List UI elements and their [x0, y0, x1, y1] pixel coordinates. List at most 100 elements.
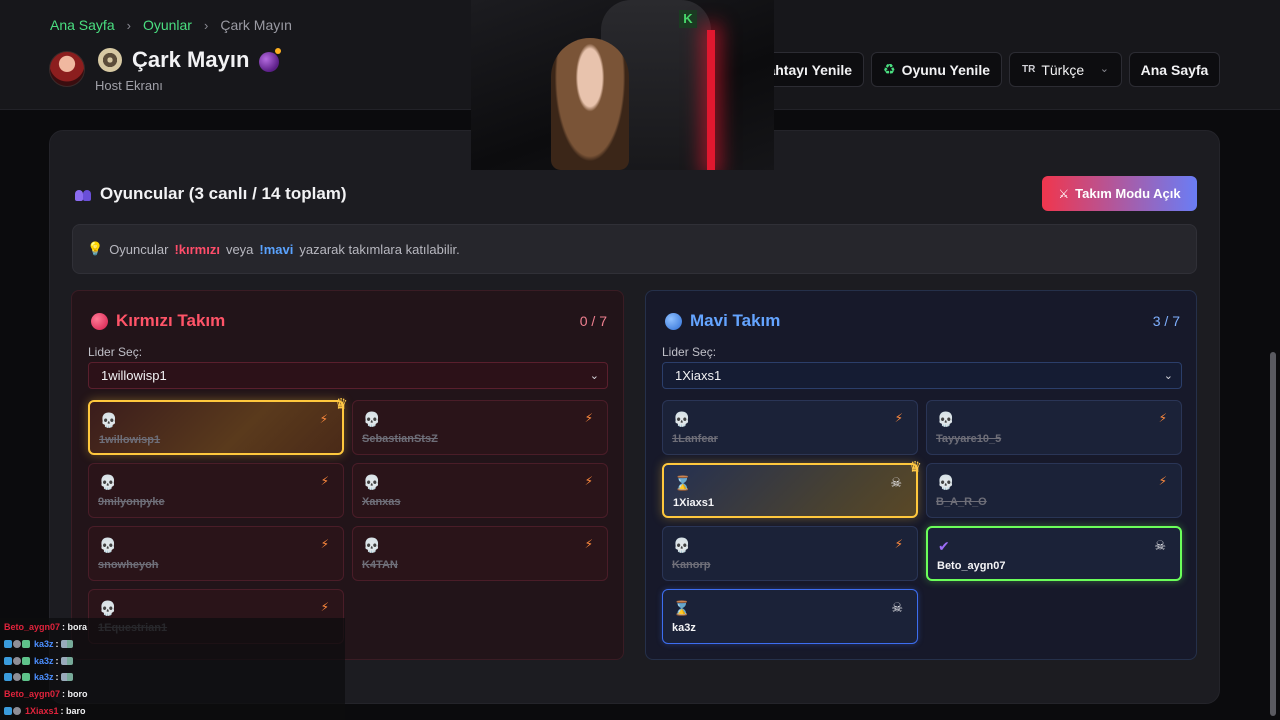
chat-message: Beto_aygn07 : bora	[4, 619, 87, 635]
badge-icon	[13, 673, 21, 682]
avatar	[49, 51, 85, 87]
page-subtitle: Host Ekranı	[95, 78, 163, 93]
chat-message: ka3z :	[4, 669, 73, 685]
chevron-down-icon: ⌄	[589, 370, 599, 382]
players-section-title: Oyuncular (3 canlı / 14 toplam)	[75, 184, 347, 204]
badge-icon	[13, 639, 21, 648]
blue-leader-label: Lider Seç:	[662, 345, 717, 359]
team-mode-button[interactable]: ⚔ Takım Modu Açık	[1042, 176, 1197, 211]
lightbulb-icon: 💡	[87, 241, 104, 256]
webcam-streamer	[551, 38, 629, 170]
skull-icon: 💀	[937, 411, 955, 427]
player-card[interactable]: ✔ Beto_aygn07 ☠	[926, 526, 1182, 581]
player-card[interactable]: ⌛ 1Xiaxs1 ☠ ♛	[662, 459, 922, 518]
breadcrumb: Ana Sayfa › Oyunlar › Çark Mayın	[50, 17, 292, 33]
blue-team-count: 3 / 7	[1152, 313, 1180, 329]
crown-icon: ♛	[334, 396, 348, 413]
lightning-icon[interactable]: ⚡	[320, 412, 328, 426]
page-scrollbar[interactable]	[1270, 352, 1276, 716]
info-suffix: yazarak takımlara katılabilir.	[299, 241, 460, 257]
player-card[interactable]: 💀 9milyonpyke ⚡	[88, 463, 344, 518]
webcam-overlay: K	[471, 0, 774, 170]
lightning-icon[interactable]: ⚡	[585, 537, 593, 551]
badge-icon	[4, 707, 12, 715]
red-team-panel: Kırmızı Takım 0 / 7 Lider Seç: 1willowis…	[71, 290, 624, 660]
lightning-icon[interactable]: ⚡	[895, 411, 903, 425]
chat-text: : boro	[62, 689, 88, 700]
chat-badges	[4, 639, 30, 648]
player-card[interactable]: 💀 K4TAN ⚡	[352, 526, 608, 581]
badge-icon	[4, 639, 12, 648]
player-card[interactable]: 💀 snowheyoh ⚡	[88, 526, 344, 581]
player-card[interactable]: 💀 SebastianStsZ ⚡	[352, 400, 608, 455]
title-row: Çark Mayın	[98, 47, 282, 73]
chat-overlay: Beto_aygn07 : bora ka3z : ka3z : ka3z : Beto…	[0, 618, 345, 720]
player-name: 1willowisp1	[99, 434, 161, 446]
wheel-icon	[98, 48, 122, 72]
refresh-game-label: Oyunu Yenile	[901, 61, 990, 78]
lightning-icon[interactable]: ⚡	[585, 474, 593, 488]
red-dot-icon	[91, 312, 108, 330]
chat-text: : bora	[62, 622, 88, 632]
blue-team-name: Mavi Takım	[690, 311, 781, 330]
badge-icon	[13, 656, 21, 665]
breadcrumb-home-link[interactable]: Ana Sayfa	[50, 17, 115, 33]
info-prefix: Oyuncular	[109, 241, 169, 257]
skull-icon: 💀	[937, 474, 955, 490]
chat-message: Beto_aygn07 : boro	[4, 686, 88, 702]
player-name: K4TAN	[362, 559, 398, 571]
breadcrumb-separator: ›	[126, 17, 131, 33]
blue-team-panel: Mavi Takım 3 / 7 Lider Seç: 1Xiaxs1 ⌄ 💀 1…	[645, 290, 1197, 660]
chat-message: ka3z :	[4, 653, 73, 669]
crossbones-icon[interactable]: ☠	[891, 600, 903, 616]
recycle-icon: ♻	[883, 61, 896, 77]
crown-icon: ♛	[908, 459, 922, 476]
emote-icon	[60, 639, 73, 648]
lightning-icon[interactable]: ⚡	[1159, 411, 1167, 425]
player-name: ka3z	[672, 622, 696, 634]
player-card[interactable]: 💀 B_A_R_O ⚡	[926, 463, 1182, 518]
badge-icon	[4, 656, 12, 665]
chevron-down-icon: ⌄	[1099, 63, 1109, 75]
lightning-icon[interactable]: ⚡	[321, 537, 329, 551]
lightning-icon[interactable]: ⚡	[1159, 474, 1167, 488]
chat-username: ka3z	[34, 638, 54, 649]
crossbones-icon[interactable]: ☠	[1154, 538, 1166, 554]
skull-icon: 💀	[99, 537, 117, 553]
hourglass-icon: ⌛	[673, 600, 691, 616]
player-name: Tayyare10_5	[936, 433, 1002, 445]
player-name: 1Xiaxs1	[673, 497, 714, 509]
check-icon: ✔	[938, 538, 950, 554]
player-card[interactable]: 💀 1willowisp1 ⚡ ♛	[88, 396, 348, 455]
blue-command: !mavi	[259, 241, 294, 257]
badge-icon	[13, 707, 21, 715]
blue-dot-icon	[665, 312, 682, 330]
crossbones-icon[interactable]: ☠	[890, 475, 902, 491]
player-name: Xanxas	[362, 496, 401, 508]
player-card[interactable]: 💀 1Lanfear ⚡	[662, 400, 918, 455]
chat-message: 1Xiaxs1 : baro	[4, 703, 86, 719]
lightning-icon[interactable]: ⚡	[321, 474, 329, 488]
lightning-icon[interactable]: ⚡	[895, 537, 903, 551]
lightning-icon[interactable]: ⚡	[585, 411, 593, 425]
lightning-icon[interactable]: ⚡	[321, 600, 329, 614]
player-card[interactable]: 💀 Kanorp ⚡	[662, 526, 918, 581]
player-card[interactable]: ⌛ ka3z ☠	[662, 589, 918, 644]
home-button[interactable]: Ana Sayfa	[1129, 52, 1220, 87]
breadcrumb-games-link[interactable]: Oyunlar	[143, 17, 192, 33]
chat-badges	[4, 673, 30, 682]
language-select[interactable]: TR Türkçe ⌄	[1009, 52, 1122, 87]
player-card[interactable]: 💀 Tayyare10_5 ⚡	[926, 400, 1182, 455]
player-card[interactable]: 💀 Xanxas ⚡	[352, 463, 608, 518]
red-leader-select[interactable]: 1willowisp1 ⌄	[88, 362, 608, 389]
people-icon	[75, 187, 92, 201]
skull-icon: 💀	[99, 600, 117, 616]
breadcrumb-separator: ›	[203, 17, 209, 33]
player-name: 9milyonpyke	[98, 496, 165, 508]
swords-icon: ⚔	[1058, 186, 1070, 201]
refresh-game-button[interactable]: ♻ Oyunu Yenile	[871, 52, 1002, 87]
badge-icon	[22, 673, 30, 682]
language-code: TR	[1022, 64, 1036, 75]
blue-leader-select[interactable]: 1Xiaxs1 ⌄	[662, 362, 1182, 389]
chat-text: :	[55, 655, 59, 666]
